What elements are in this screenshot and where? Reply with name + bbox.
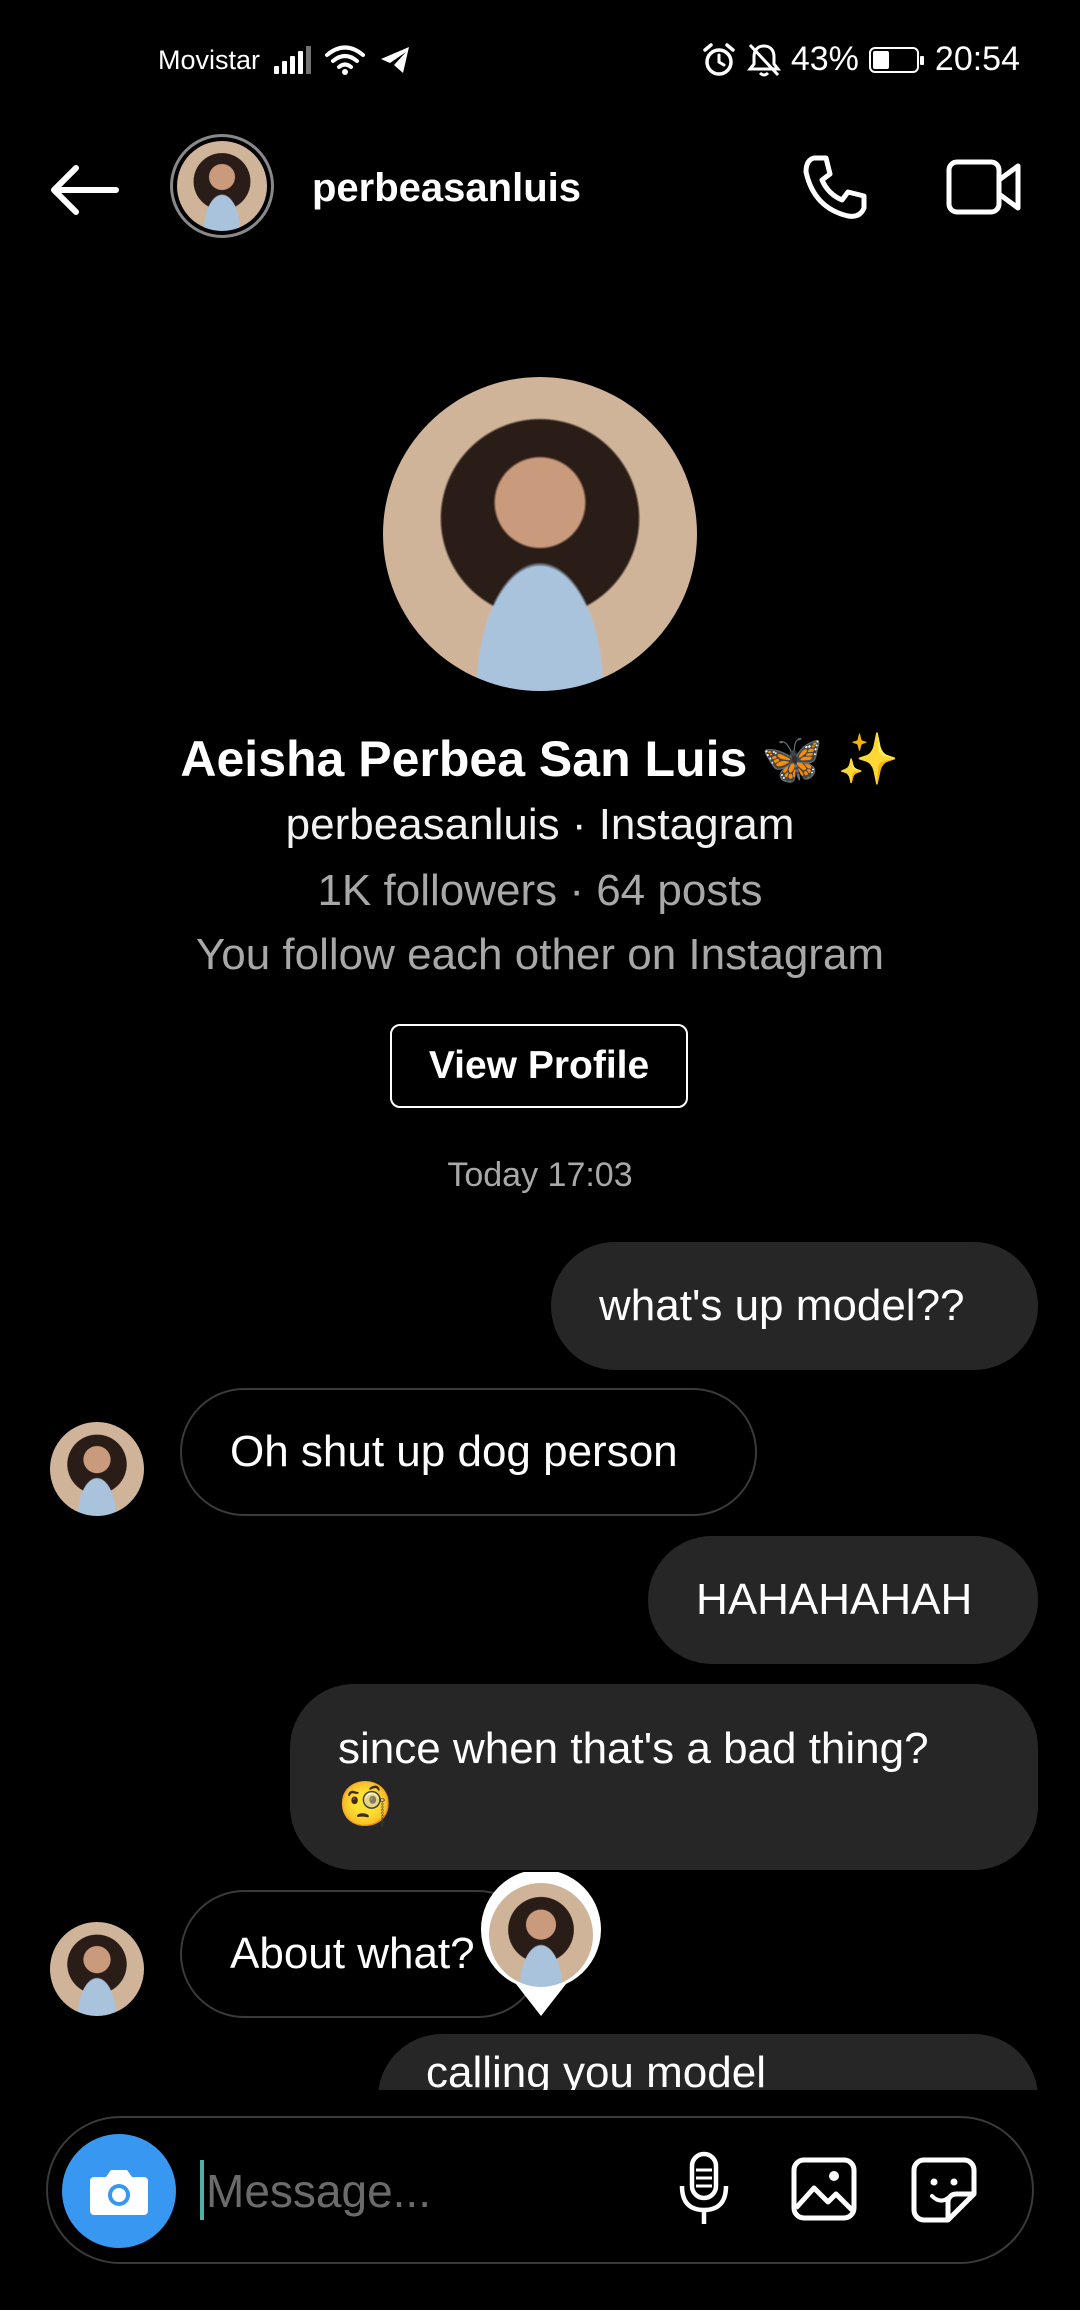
status-bar-right: 43% 20:54: [701, 40, 1020, 79]
profile-full-name: Aeisha Perbea San Luis 🦋 ✨: [180, 731, 900, 787]
sticker-icon[interactable]: [910, 2156, 978, 2224]
profile-username-platform: perbeasanluis · Instagram: [285, 800, 795, 849]
text-cursor: [200, 2160, 204, 2220]
profile-stats: 1K followers · 64 posts: [317, 866, 763, 915]
message-text: calling you model HAHAHAH: [426, 2048, 766, 2090]
header-avatar[interactable]: [170, 134, 274, 238]
profile-avatar[interactable]: [383, 377, 697, 691]
telegram-icon: [381, 47, 410, 73]
microphone-icon[interactable]: [676, 2150, 732, 2230]
alarm-icon: [703, 42, 735, 76]
message-composer: [46, 2116, 1034, 2264]
notifications-off-icon: [746, 43, 781, 76]
message-bubble-sent[interactable]: since when that's a bad thing? 🧐: [290, 1684, 1038, 1870]
battery-icon: [868, 46, 924, 73]
follow-status: You follow each other on Instagram: [195, 930, 885, 979]
message-text: HAHAHAHAH: [696, 1575, 973, 1624]
view-profile-button[interactable]: View Profile: [390, 1024, 688, 1108]
avatar: [177, 141, 267, 231]
message-timestamp: Today 17:03: [447, 1156, 633, 1194]
video-camera-icon[interactable]: [946, 154, 1022, 220]
message-bubble-sent[interactable]: calling you model HAHAHAH: [378, 2034, 1038, 2090]
message-bubble-sent[interactable]: what's up model??: [551, 1242, 1038, 1370]
camera-icon: [90, 2170, 148, 2215]
wifi-icon: [325, 45, 366, 75]
message-avatar[interactable]: [50, 1422, 144, 1516]
signal-strength-icon: [274, 46, 312, 74]
message-bubble-received[interactable]: Oh shut up dog person: [180, 1388, 757, 1516]
image-icon[interactable]: [790, 2156, 858, 2222]
clock: 20:54: [934, 40, 1020, 78]
message-input[interactable]: Message...: [206, 2164, 431, 2218]
message-emoji: 🧐: [338, 1780, 393, 1829]
phone-icon[interactable]: [798, 152, 870, 224]
camera-button[interactable]: [62, 2134, 176, 2248]
message-text: since when that's a bad thing?: [338, 1724, 929, 1773]
message-text: what's up model??: [599, 1281, 965, 1330]
status-bar-left: Movistar: [158, 44, 411, 76]
message-text: Oh shut up dog person: [230, 1427, 678, 1476]
battery-percent: 43%: [790, 40, 859, 78]
arrow-left-icon[interactable]: [46, 160, 120, 220]
carrier-label: Movistar: [158, 44, 261, 75]
header-username[interactable]: perbeasanluis: [312, 166, 581, 211]
message-list-clip: calling you model HAHAHAH: [0, 1900, 1080, 2090]
message-bubble-sent[interactable]: HAHAHAHAH: [648, 1536, 1038, 1664]
